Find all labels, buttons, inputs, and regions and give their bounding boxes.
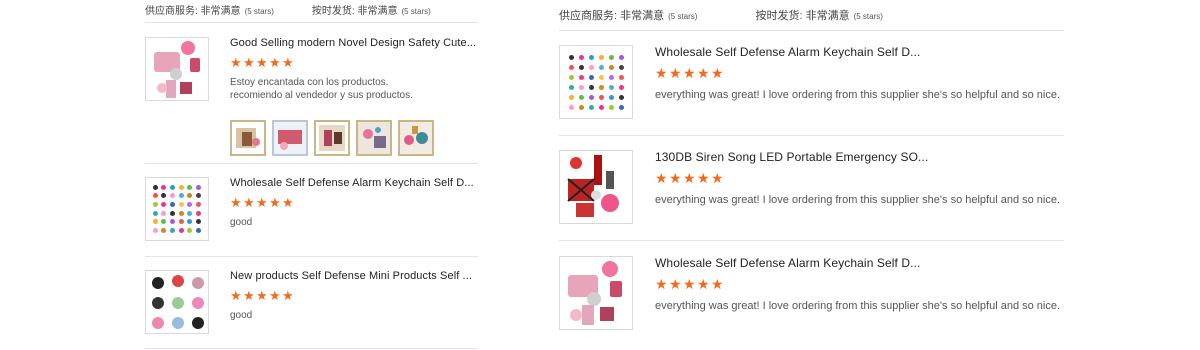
supplier-service-rating: 供应商服务: 非常满意 xyxy=(559,10,665,22)
product-title[interactable]: New products Self Defense Mini Products … xyxy=(230,270,478,282)
review-text: good xyxy=(230,217,253,228)
star-rating: ★ ★ ★ ★ ★ xyxy=(230,195,478,210)
star-icon: ★ xyxy=(711,65,724,81)
divider xyxy=(559,240,1064,241)
rating-summary: 供应商服务: 非常满意 (5 stars) 按时发货: 非常满意 (5 stars) xyxy=(559,7,883,23)
divider xyxy=(145,22,478,23)
star-icon: ★ xyxy=(282,55,294,70)
on-time-delivery-stars: (5 stars) xyxy=(853,12,883,21)
review-item: 130DB Siren Song LED Portable Emergency … xyxy=(559,150,1064,226)
star-icon: ★ xyxy=(230,288,242,303)
star-icon: ★ xyxy=(655,65,668,81)
supplier-service-rating: 供应商服务: 非常满意 xyxy=(145,6,241,17)
star-icon: ★ xyxy=(683,276,696,292)
star-icon: ★ xyxy=(711,276,724,292)
product-title[interactable]: Wholesale Self Defense Alarm Keychain Se… xyxy=(655,256,1064,270)
supplier-service-stars: (5 stars) xyxy=(668,12,698,21)
review-photo[interactable] xyxy=(314,120,350,156)
product-title[interactable]: Wholesale Self Defense Alarm Keychain Se… xyxy=(230,177,478,189)
star-rating: ★ ★ ★ ★ ★ xyxy=(655,65,1064,81)
on-time-delivery-stars: (5 stars) xyxy=(401,7,431,16)
divider xyxy=(145,256,478,257)
star-icon: ★ xyxy=(669,170,682,186)
star-icon: ★ xyxy=(243,55,255,70)
star-icon: ★ xyxy=(230,55,242,70)
star-icon: ★ xyxy=(269,195,281,210)
star-rating: ★ ★ ★ ★ ★ xyxy=(230,288,478,303)
star-icon: ★ xyxy=(697,170,710,186)
product-thumbnail[interactable] xyxy=(145,270,209,334)
star-rating: ★ ★ ★ ★ ★ xyxy=(655,276,1064,292)
rating-summary: 供应商服务: 非常满意 (5 stars) 按时发货: 非常满意 (5 stars) xyxy=(145,2,431,17)
star-icon: ★ xyxy=(256,195,268,210)
review-item: Wholesale Self Defense Alarm Keychain Se… xyxy=(145,177,478,243)
product-thumbnail[interactable] xyxy=(145,37,209,101)
product-thumbnail[interactable] xyxy=(145,177,209,241)
star-icon: ★ xyxy=(256,288,268,303)
product-thumbnail[interactable] xyxy=(559,45,633,119)
star-icon: ★ xyxy=(669,276,682,292)
divider xyxy=(145,163,478,164)
product-thumbnail[interactable] xyxy=(559,150,633,224)
star-icon: ★ xyxy=(269,288,281,303)
star-icon: ★ xyxy=(683,65,696,81)
review-item: New products Self Defense Mini Products … xyxy=(145,270,478,336)
star-rating: ★ ★ ★ ★ ★ xyxy=(655,170,1064,186)
review-text: Estoy encantada con los productos. recom… xyxy=(230,76,478,102)
divider xyxy=(559,135,1064,136)
review-text: everything was great! I love ordering fr… xyxy=(655,194,1061,206)
review-text-line: Estoy encantada con los productos. xyxy=(230,77,389,88)
star-icon: ★ xyxy=(683,170,696,186)
star-rating: ★ ★ ★ ★ ★ xyxy=(230,55,478,70)
star-icon: ★ xyxy=(697,65,710,81)
star-icon: ★ xyxy=(655,170,668,186)
star-icon: ★ xyxy=(282,195,294,210)
review-photos xyxy=(230,120,434,156)
product-title[interactable]: Good Selling modern Novel Design Safety … xyxy=(230,37,478,49)
review-text-line: recomiendo al vendedor y sus productos. xyxy=(230,90,413,101)
review-photo[interactable] xyxy=(398,120,434,156)
review-item: Wholesale Self Defense Alarm Keychain Se… xyxy=(559,45,1064,121)
star-icon: ★ xyxy=(243,288,255,303)
product-title[interactable]: 130DB Siren Song LED Portable Emergency … xyxy=(655,150,1064,164)
review-text: everything was great! I love ordering fr… xyxy=(655,300,1061,312)
star-icon: ★ xyxy=(230,195,242,210)
divider xyxy=(145,348,478,349)
on-time-delivery-rating: 按时发货: 非常满意 xyxy=(311,6,398,17)
on-time-delivery-rating: 按时发货: 非常满意 xyxy=(755,10,850,22)
star-icon: ★ xyxy=(655,276,668,292)
star-icon: ★ xyxy=(269,55,281,70)
review-item: Good Selling modern Novel Design Safety … xyxy=(145,37,478,156)
star-icon: ★ xyxy=(282,288,294,303)
review-photo[interactable] xyxy=(272,120,308,156)
star-icon: ★ xyxy=(669,65,682,81)
supplier-service-stars: (5 stars) xyxy=(244,7,274,16)
review-photo[interactable] xyxy=(356,120,392,156)
star-icon: ★ xyxy=(697,276,710,292)
review-text: good xyxy=(230,310,253,321)
product-thumbnail[interactable] xyxy=(559,256,633,330)
review-item: Wholesale Self Defense Alarm Keychain Se… xyxy=(559,256,1064,332)
star-icon: ★ xyxy=(243,195,255,210)
review-photo[interactable] xyxy=(230,120,266,156)
star-icon: ★ xyxy=(711,170,724,186)
review-text: everything was great! I love ordering fr… xyxy=(655,89,1061,101)
star-icon: ★ xyxy=(256,55,268,70)
product-title[interactable]: Wholesale Self Defense Alarm Keychain Se… xyxy=(655,45,1064,59)
divider xyxy=(559,30,1064,31)
